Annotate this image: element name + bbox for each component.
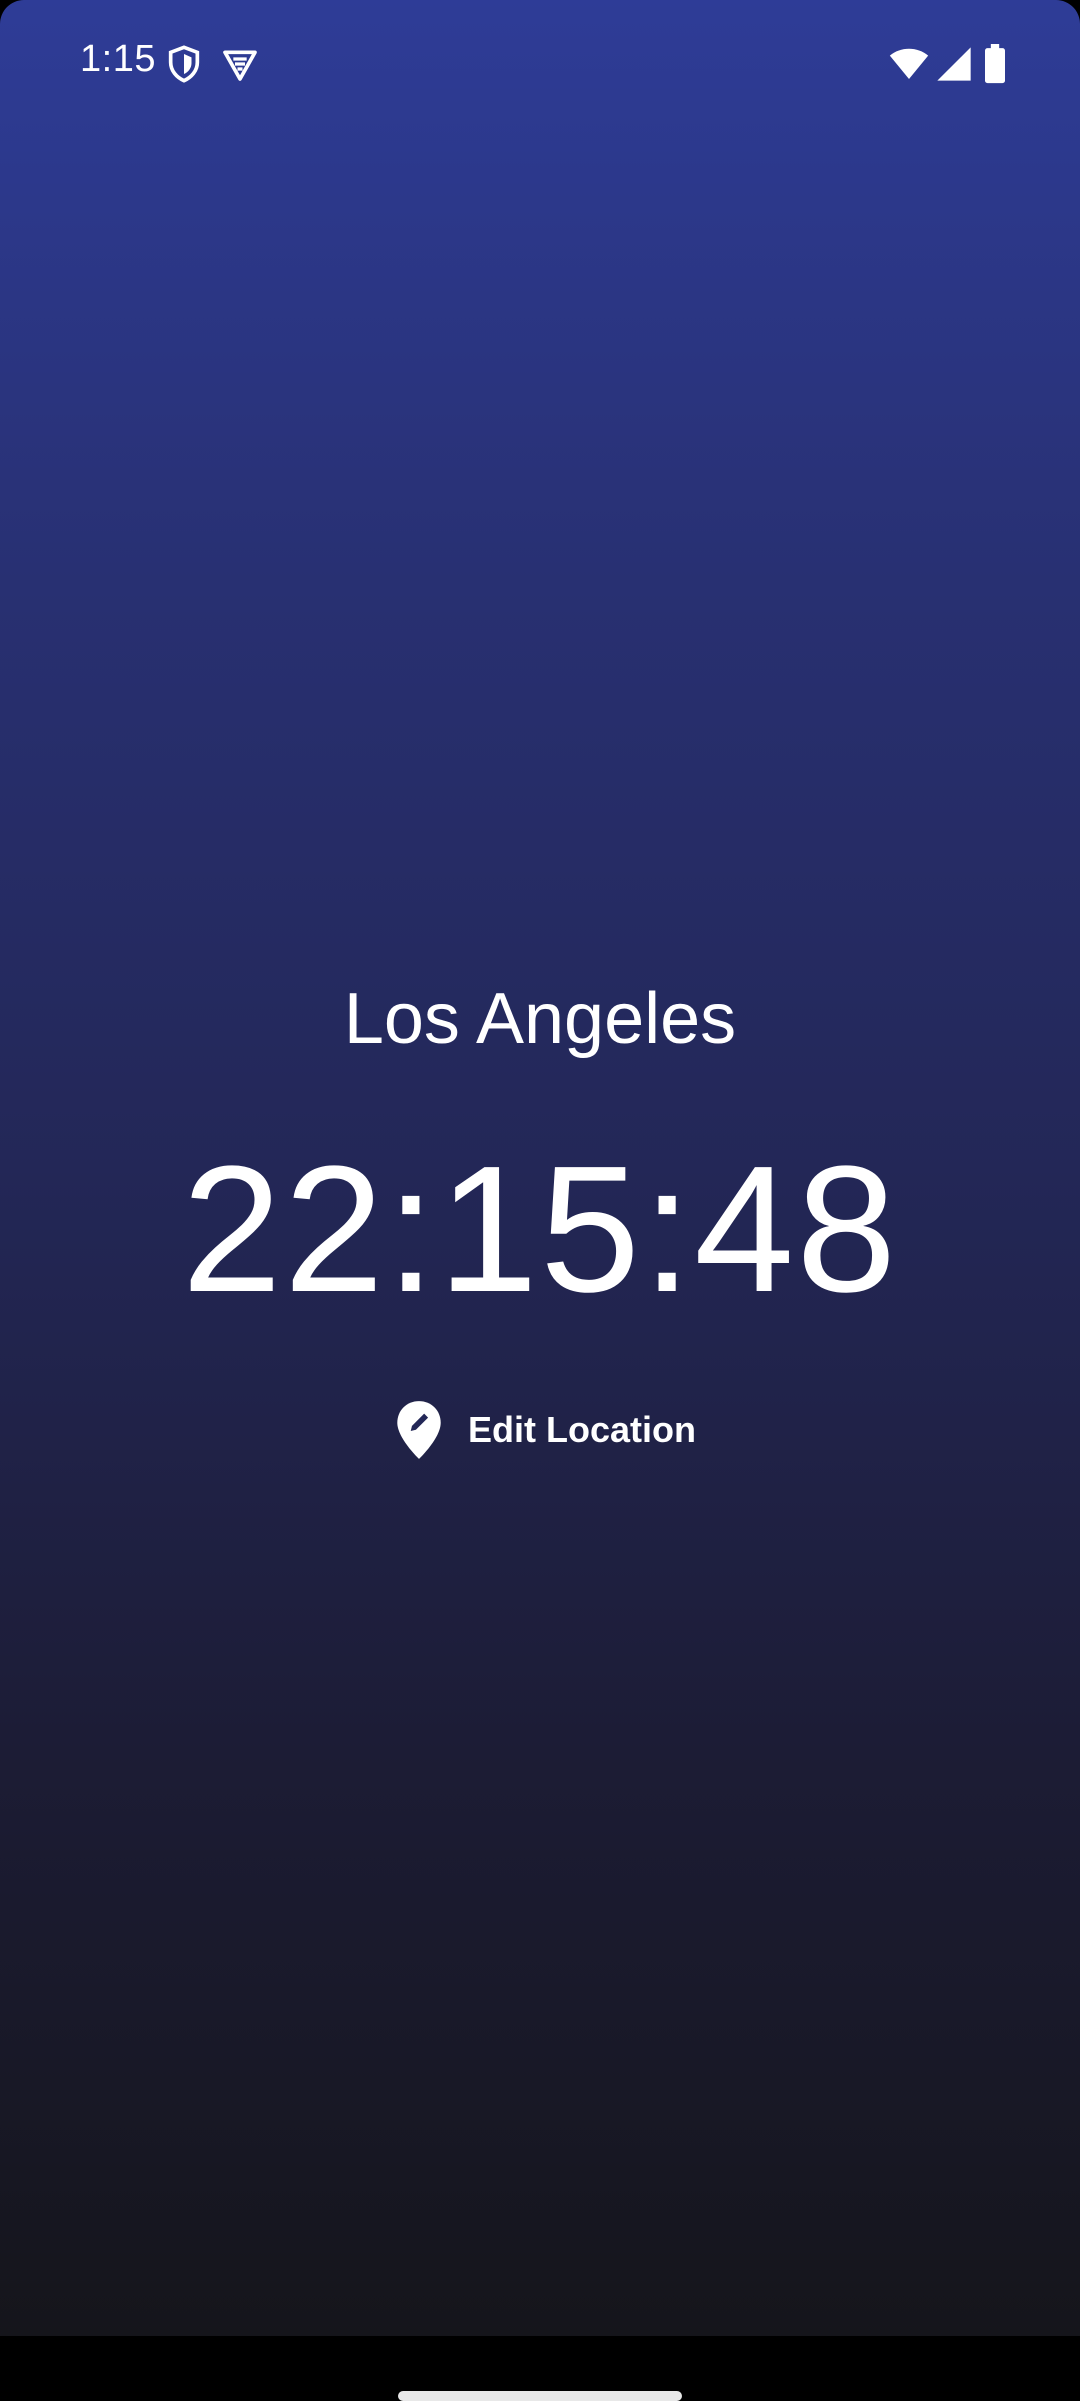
shield-icon (164, 44, 204, 84)
city-name: Los Angeles (343, 979, 737, 1059)
edit-location-button[interactable]: Edit Location (376, 1390, 706, 1470)
edit-location-icon (394, 1399, 444, 1461)
app-screen: 1:15 Los Angeles 22:15:48 Edit Location (0, 0, 1080, 2336)
cell-signal-icon (934, 44, 974, 84)
wifi-icon (888, 44, 930, 84)
battery-icon (980, 44, 1010, 84)
vpn-icon (220, 44, 260, 84)
edit-location-label: Edit Location (468, 1409, 696, 1450)
status-time: 1:15 (80, 38, 156, 80)
status-bar: 1:15 (0, 0, 1080, 128)
clock-time: 22:15:48 (181, 1129, 899, 1330)
